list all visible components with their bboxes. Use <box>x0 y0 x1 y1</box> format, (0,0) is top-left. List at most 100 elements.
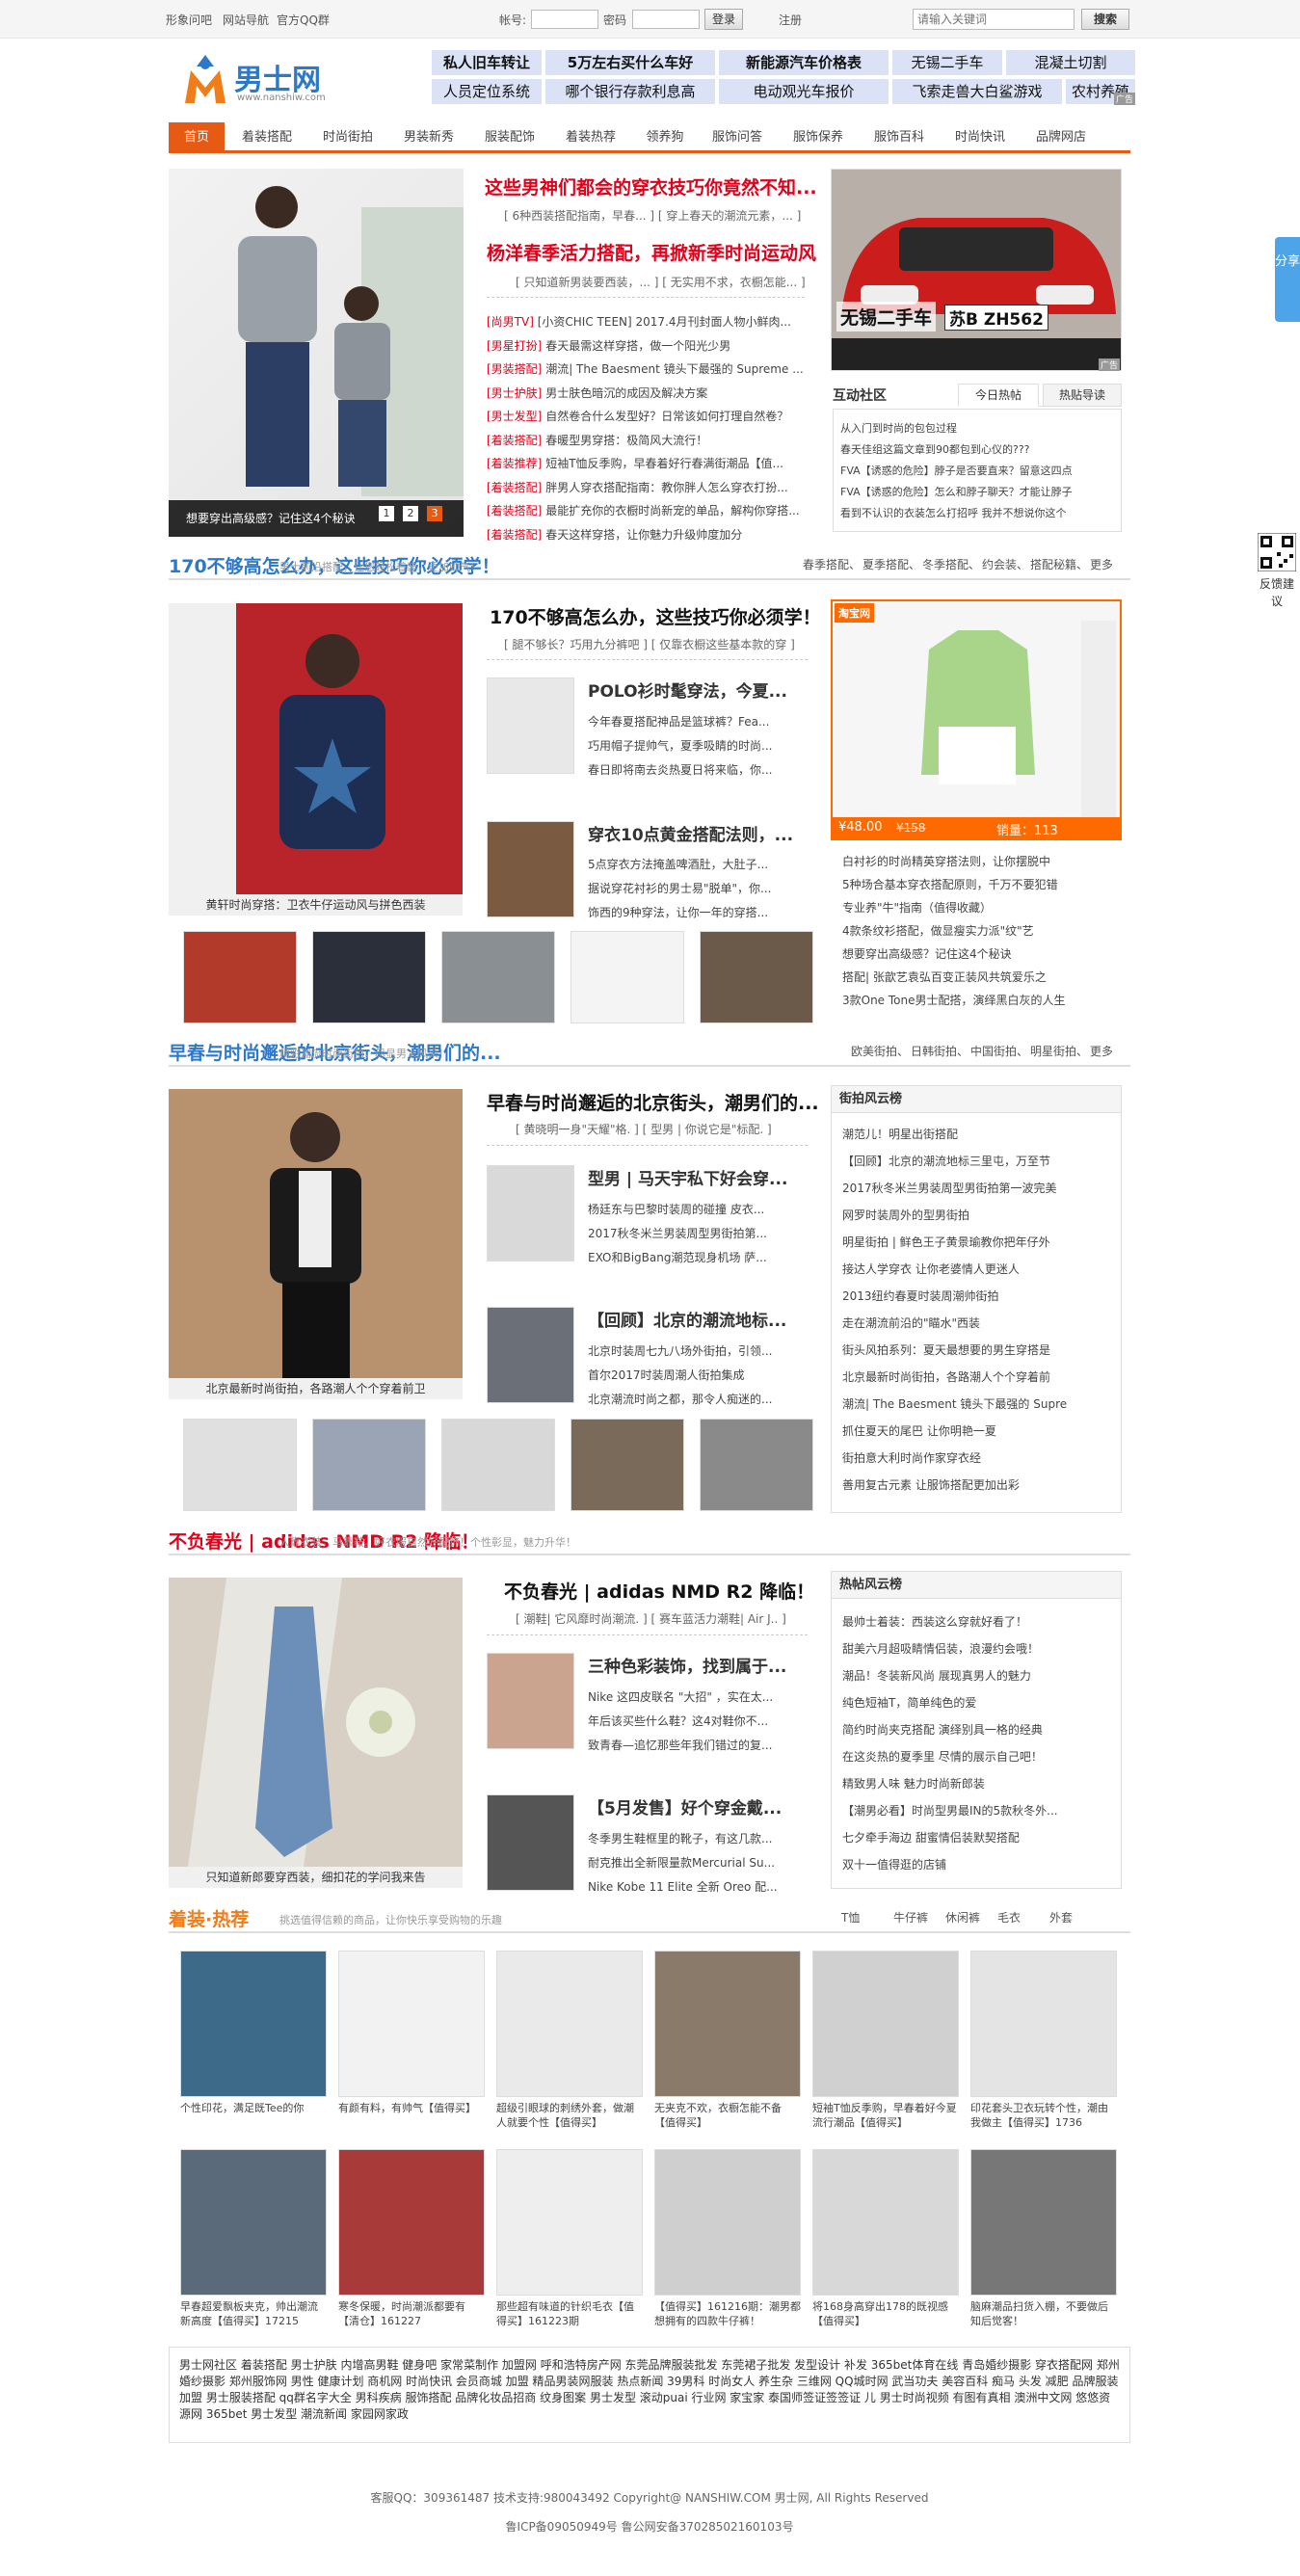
nav-item[interactable]: 服饰保养 <box>782 122 855 153</box>
hot-link[interactable]: 5万左右买什么车好 <box>545 50 715 75</box>
news-item[interactable]: [男士发型] 自然卷合什么发型好？日常该如何打理自然卷？ <box>487 408 805 424</box>
news-title[interactable]: 春暖型男穿搭：极简风大流行！ <box>542 434 707 447</box>
hot-post-item[interactable]: 简约时尚夹克搭配 演绎别具一格的经典 <box>842 1721 1118 1738</box>
category-link[interactable]: 外套 <box>1049 1909 1073 1925</box>
section2-headline-sub[interactable]: [ 黄晓明一身"天耀"格. ] [ 型男 | 你说它是"标配. ] <box>516 1121 772 1137</box>
product-image[interactable] <box>970 1951 1117 2097</box>
register-link[interactable]: 注册 <box>779 12 802 28</box>
car-ad-label[interactable]: 无锡二手车 <box>836 302 937 332</box>
news-tag[interactable]: [着装搭配] <box>487 481 542 494</box>
news-title[interactable]: 胖男人穿衣搭配指南：教你胖人怎么穿衣打扮... <box>542 481 787 494</box>
product-caption[interactable]: 那些超有味道的针织毛衣【值得买】161223期 <box>496 2299 643 2328</box>
news-tag[interactable]: [着装搭配] <box>487 528 542 542</box>
article-list-item[interactable]: 今年春夏搭配神品是篮球裤？Fea... <box>588 713 811 730</box>
strip-thumb[interactable] <box>570 931 684 1023</box>
product-image[interactable] <box>338 1951 485 2097</box>
section1-headline[interactable]: 170不够高怎么办，这些技巧你必须学！ <box>490 603 821 629</box>
news-title[interactable]: 春天这样穿搭，让你魅力升级帅度加分 <box>542 528 742 542</box>
category-link[interactable]: 休闲裤 <box>945 1909 980 1925</box>
product-caption[interactable]: 寒冬保暖，时尚潮派都要有【清仓】161227 <box>338 2299 485 2328</box>
article-list-item[interactable]: EXO和BigBang潮范现身机场 萨... <box>588 1249 811 1265</box>
news-title[interactable]: [小资CHIC TEEN] 2017.4月刊封面人物小鲜肉... <box>534 315 791 329</box>
hot-post-item[interactable]: 【潮男必看】时尚型男最IN的5款秋冬外... <box>842 1802 1118 1819</box>
strip-thumb[interactable] <box>700 1419 813 1511</box>
product-caption[interactable]: 超级引眼球的刺绣外套，做潮人就要个性【值得买】 <box>496 2101 643 2130</box>
hot-post-item[interactable]: 最帅士着装：西装这么穿就好看了！ <box>842 1613 1118 1630</box>
slide-dot[interactable]: 2 <box>403 506 418 521</box>
news-tag[interactable]: [男星打扮] <box>487 339 542 353</box>
article-list-item[interactable]: 2017秋冬米兰男装周型男街拍第... <box>588 1225 811 1241</box>
hot-link[interactable]: 飞索走兽大白鲨游戏 <box>892 79 1062 104</box>
news-item[interactable]: [男士护肤] 男士肤色暗沉的成因及解决方案 <box>487 385 805 401</box>
product-caption[interactable]: 印花套头卫衣玩转个性，潮由我做主【值得买】1736 <box>970 2101 1117 2130</box>
section-link[interactable]: 夏季搭配、 <box>862 556 920 572</box>
article-list-item[interactable]: Nike Kobe 11 Elite 全新 Oreo 配... <box>588 1878 811 1895</box>
section1-main-image[interactable] <box>169 603 463 894</box>
product-caption[interactable]: 【值得买】161216期：潮男都想拥有的四款牛仔裤！ <box>654 2299 801 2328</box>
news-item[interactable]: [着装推荐] 短袖T恤反季购，早春着好行春满街潮品【值... <box>487 455 805 471</box>
rank-item[interactable]: 【回顾】北京的潮流地标三里屯，万至节 <box>842 1153 1118 1169</box>
right-list-item[interactable]: 搭配| 张歆艺袁弘百变正装风共筑爱乐之 <box>842 969 1122 985</box>
article-list-item[interactable]: 春日即将南去炎热夏日将来临，你... <box>588 761 811 778</box>
news-title[interactable]: 男士肤色暗沉的成因及解决方案 <box>542 386 707 400</box>
article-list-item[interactable]: 饰西的9种穿法，让你一年的穿搭... <box>588 904 811 920</box>
rank-item[interactable]: 2013纽约春夏时装周潮帅街拍 <box>842 1288 1118 1304</box>
news-item[interactable]: [着装搭配] 最能扩充你的衣橱时尚新宠的单品，解构你穿搭... <box>487 502 805 518</box>
search-input[interactable] <box>913 9 1074 30</box>
hot-link[interactable]: 人员定位系统 <box>432 79 542 104</box>
article-list-item[interactable]: 杨廷东与巴黎时装周的碰撞 皮衣... <box>588 1201 811 1217</box>
news-title[interactable]: 自然卷合什么发型好？日常该如何打理自然卷？ <box>542 410 788 423</box>
product-caption[interactable]: 有颜有料，有帅气【值得买】 <box>338 2101 485 2115</box>
rank-item[interactable]: 街头风拍系列：夏天最想要的男生穿搭是 <box>842 1341 1118 1358</box>
right-list-item[interactable]: 3款One Tone男士配搭，演绎黑白灰的人生 <box>842 992 1122 1008</box>
news-item[interactable]: [着装搭配] 春天这样穿搭，让你魅力升级帅度加分 <box>487 526 805 543</box>
logo-icon[interactable] <box>183 53 227 106</box>
rank-item[interactable]: 接达人学穿衣 让你老婆情人更迷人 <box>842 1261 1118 1277</box>
tab-guide[interactable]: 热贴导读 <box>1043 384 1122 407</box>
slide-dot[interactable]: 1 <box>379 506 394 521</box>
news-tag[interactable]: [着装搭配] <box>487 434 542 447</box>
section3-headline-sub[interactable]: [ 潮鞋| 它风靡时尚潮流. ] [ 赛车蓝活力潮鞋| Air J.. ] <box>516 1610 786 1627</box>
hot-link[interactable]: 私人旧车转让 <box>432 50 542 75</box>
right-list-item[interactable]: 4款条纹衫搭配，做显瘦实力派"纹"艺 <box>842 922 1122 939</box>
nav-item[interactable]: 着装热荐 <box>554 122 627 153</box>
headline-1[interactable]: 这些男神们都会的穿衣技巧你竟然不知... <box>485 173 817 199</box>
article-list-item[interactable]: 冬季男生鞋框里的靴子，有这几款... <box>588 1830 811 1846</box>
hot-post-item[interactable]: 双十一值得逛的店铺 <box>842 1856 1118 1872</box>
top-link-ask[interactable]: 形象问吧 <box>166 12 212 28</box>
taobao-ad[interactable] <box>831 599 1122 840</box>
nav-item[interactable]: 品牌网店 <box>1024 122 1098 153</box>
feedback-link[interactable]: 反馈建议 <box>1256 575 1298 610</box>
strip-thumb[interactable] <box>441 931 555 1023</box>
section-link[interactable]: 日韩街拍、 <box>911 1043 968 1059</box>
product-image[interactable] <box>180 1951 327 2097</box>
headline-2-sub[interactable]: [ 只知道新男装要西装，... ] [ 无实用不求，衣橱怎能... ] <box>516 274 806 290</box>
rank-item[interactable]: 潮流| The Baesment 镜头下最强的 Supre <box>842 1395 1118 1412</box>
rank-item[interactable]: 抓住夏天的尾巴 让你明艳一夏 <box>842 1422 1118 1439</box>
product-image[interactable] <box>654 1951 801 2097</box>
right-list-item[interactable]: 专业养"牛"指南（值得收藏） <box>842 899 1122 916</box>
article-title[interactable]: 【5月发售】好个穿金戴... <box>588 1794 782 1819</box>
product-image[interactable] <box>812 1951 959 2097</box>
product-image[interactable] <box>496 1951 643 2097</box>
article-list-item[interactable]: 据说穿花衬衫的男士易"脱单"，你... <box>588 880 811 896</box>
hot-post-item[interactable]: 甜美六月超吸睛情侣装，浪漫约会哦！ <box>842 1640 1118 1657</box>
right-list-item[interactable]: 5种场合基本穿衣搭配原则，千万不要犯错 <box>842 876 1122 892</box>
rank-item[interactable]: 北京最新时尚街拍，各路潮人个个穿着前 <box>842 1368 1118 1385</box>
news-item[interactable]: [尚男TV] [小资CHIC TEEN] 2017.4月刊封面人物小鲜肉... <box>487 313 805 330</box>
nav-item[interactable]: 着装搭配 <box>230 122 304 153</box>
section1-headline-sub[interactable]: [ 腿不够长？巧用九分裤吧 ] [ 仅靠衣橱这些基本款的穿 ] <box>504 636 795 652</box>
rank-item[interactable]: 走在潮流前沿的"瞄水"西装 <box>842 1315 1118 1331</box>
article-list-item[interactable]: 年后该买些什么鞋？这4对鞋你不... <box>588 1713 811 1729</box>
hot-link[interactable]: 新能源汽车价格表 <box>719 50 889 75</box>
category-link[interactable]: 牛仔裤 <box>893 1909 928 1925</box>
section-link[interactable]: 春季搭配、 <box>803 556 861 572</box>
product-caption[interactable]: 短袖T恤反季购，早春着好今夏流行潮品【值得买】 <box>812 2101 959 2130</box>
nav-item[interactable]: 首页 <box>169 122 225 153</box>
product-image[interactable] <box>812 2149 959 2296</box>
news-item[interactable]: [男星打扮] 春天最需这样穿搭，做一个阳光少男 <box>487 337 805 354</box>
section-link[interactable]: 冬季搭配、 <box>922 556 980 572</box>
nav-item[interactable]: 领养狗 <box>635 122 695 153</box>
article-list-item[interactable]: 致青春—追忆那些年我们错过的复... <box>588 1737 811 1753</box>
news-tag[interactable]: [男装搭配] <box>487 362 542 376</box>
